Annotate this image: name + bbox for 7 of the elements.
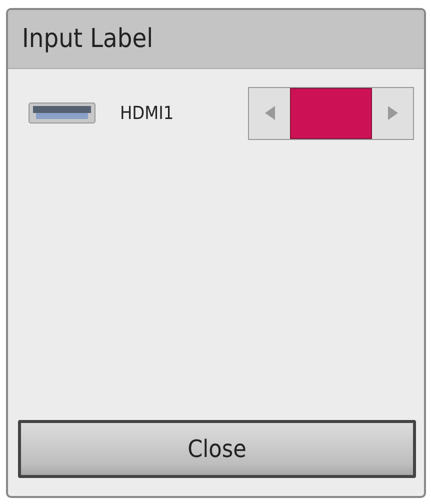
window-title: Input Label — [8, 10, 424, 69]
right-arrow-icon[interactable] — [388, 106, 398, 120]
left-arrow-icon[interactable] — [264, 106, 274, 120]
hdmi-port-icon — [28, 102, 96, 124]
label-selector[interactable] — [248, 86, 414, 140]
close-button[interactable]: Close — [18, 420, 416, 478]
input-name: HDMI1 — [120, 102, 175, 124]
